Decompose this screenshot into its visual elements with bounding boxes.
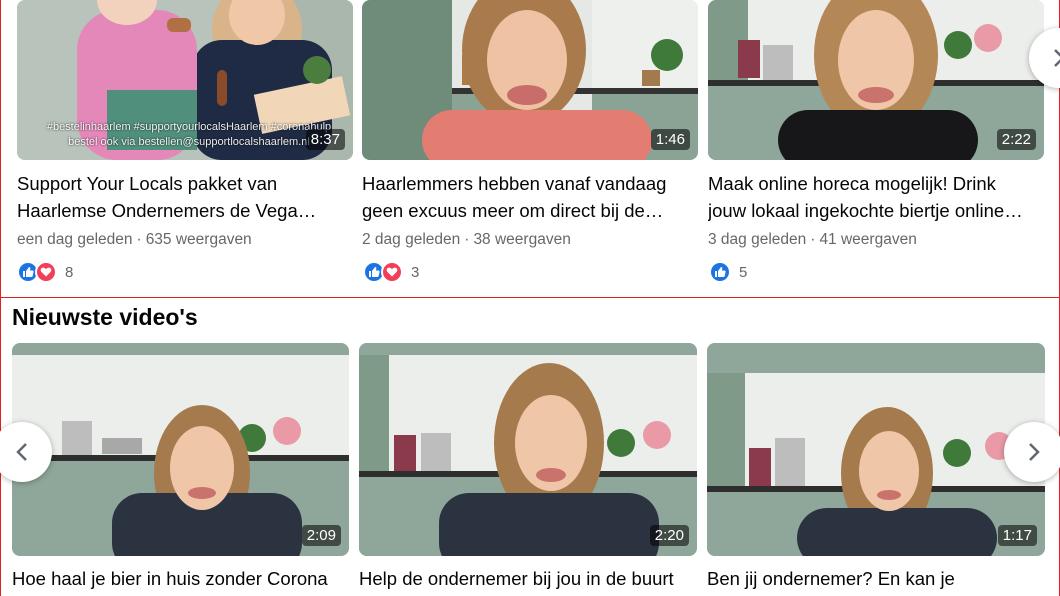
video-meta: een dag geleden · 635 weergaven [17,231,252,248]
video-title-line[interactable]: Help de ondernemer bij jou in de buurt [359,568,674,589]
video-thumbnail[interactable]: #bestelinhaarlem #supportyourlocalsHaarl… [17,0,353,160]
video-age: een dag geleden [17,231,133,248]
video-title[interactable]: Maak online horeca mogelijk! Drink [708,170,1048,197]
like-icon [709,261,731,283]
video-title-line[interactable]: Haarlemse Ondernemers de Vega… [17,200,316,221]
video-duration: 1:17 [997,525,1037,546]
video-duration: 2:09 [301,525,341,546]
video-duration: 2:20 [649,525,689,546]
video-title-line[interactable]: Haarlemmers hebben vanaf vandaag [362,173,666,194]
reaction-count: 8 [65,263,74,281]
love-icon [381,261,403,283]
video-title-line[interactable]: jouw lokaal ingekochte biertje online… [708,200,1023,221]
video-views: 41 weergaven [819,231,917,248]
video-reactions[interactable]: 5 [709,261,747,283]
video-age: 3 dag geleden [708,231,807,248]
video-meta: 3 dag geleden · 41 weergaven [708,231,917,248]
carousel-next-button[interactable] [1004,422,1060,482]
chevron-right-icon [1029,443,1040,461]
chevron-left-icon [16,443,27,461]
video-title[interactable]: Help de ondernemer bij jou in de buurt [359,565,699,592]
video-thumbnail[interactable]: 2:22 [708,0,1044,160]
video-reactions[interactable]: 3 [363,261,419,283]
video-title-line[interactable]: Hoe haal je bier in huis zonder Corona [12,568,328,589]
video-title[interactable]: Haarlemmers hebben vanaf vandaag [362,170,702,197]
video-age: 2 dag geleden [362,231,461,248]
video-duration: 2:22 [996,129,1036,150]
video-title-cont[interactable]: Haarlemse Ondernemers de Vega… [17,197,357,224]
reaction-count: 5 [739,263,748,281]
video-duration: 8:37 [305,129,345,150]
section-heading: Nieuwste video's [12,304,198,330]
video-views: 38 weergaven [473,231,571,248]
video-title-line[interactable]: geen excuus meer om direct bij de… [362,200,663,221]
video-duration: 1:46 [650,129,690,150]
video-title[interactable]: Hoe haal je bier in huis zonder Corona [12,565,352,592]
video-thumbnail[interactable]: 1:46 [362,0,698,160]
video-title-line[interactable]: Maak online horeca mogelijk! Drink [708,173,996,194]
video-title-cont[interactable]: geen excuus meer om direct bij de… [362,197,702,224]
video-title-line[interactable]: Ben jij ondernemer? En kan je [707,568,955,589]
love-icon [35,261,57,283]
video-title-line[interactable]: Support Your Locals pakket van [17,173,277,194]
video-thumbnail[interactable]: 1:17 [707,343,1045,556]
video-title[interactable]: Ben jij ondernemer? En kan je [707,565,1047,592]
top-videos-section: #bestelinhaarlem #supportyourlocalsHaarl… [0,0,1060,298]
chevron-right-icon [1054,49,1060,67]
video-reactions[interactable]: 8 [17,261,73,283]
video-thumbnail[interactable]: 2:09 [12,343,349,556]
reaction-count: 3 [411,263,420,281]
video-overlay-caption: #bestelinhaarlem #supportyourlocalsHaarl… [46,121,332,148]
video-thumbnail[interactable]: 2:20 [359,343,697,556]
video-title[interactable]: Support Your Locals pakket van [17,170,357,197]
video-views: 635 weergaven [145,231,252,248]
video-meta: 2 dag geleden · 38 weergaven [362,231,571,248]
video-title-cont[interactable]: jouw lokaal ingekochte biertje online… [708,197,1048,224]
